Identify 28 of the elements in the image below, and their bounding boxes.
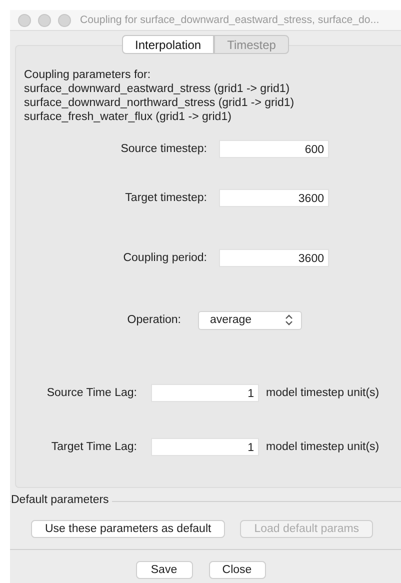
input-field[interactable]: 600 (219, 140, 329, 158)
field-label: Source Time Lag: (46, 387, 137, 399)
field-label: Target timestep: (124, 192, 207, 204)
group-legend: Default parameters (11, 494, 112, 506)
input-field[interactable]: 1 (151, 438, 259, 456)
intro-text: surface_downward_northward_stress (grid1 -> grid1) (24, 96, 296, 110)
input-field[interactable]: 3600 (219, 249, 329, 267)
zoom-window-icon[interactable] (58, 14, 71, 26)
dialog-button[interactable]: Save (136, 561, 192, 579)
dropdown-chevron-icon (285, 314, 293, 326)
dialog-button[interactable]: Close (208, 561, 266, 579)
window-title: Coupling for surface_downward_eastward_stress, surface_do... (80, 14, 380, 26)
input-field[interactable]: 1 (151, 384, 259, 402)
unit-label: model timestep unit(s) (266, 441, 380, 453)
field-label: Operation: (126, 314, 181, 326)
field-label: Target Time Lag: (50, 441, 137, 453)
minimize-window-icon[interactable] (38, 14, 51, 26)
field-label: Source timestep: (120, 143, 207, 155)
field-label: Coupling period: (122, 252, 207, 264)
default-params-button[interactable]: Use these parameters as default (31, 520, 226, 538)
close-window-icon[interactable] (18, 14, 31, 26)
intro-text: Coupling parameters for: (24, 68, 152, 82)
intro-text: surface_fresh_water_flux (grid1 -> grid1) (24, 110, 232, 124)
intro-text: surface_downward_eastward_stress (grid1 -> grid1) (24, 82, 291, 96)
unit-label: model timestep unit(s) (266, 387, 380, 399)
tab[interactable]: Interpolation (122, 35, 214, 54)
input-field[interactable]: 3600 (219, 189, 329, 207)
operation-dropdown[interactable]: average (198, 310, 302, 330)
